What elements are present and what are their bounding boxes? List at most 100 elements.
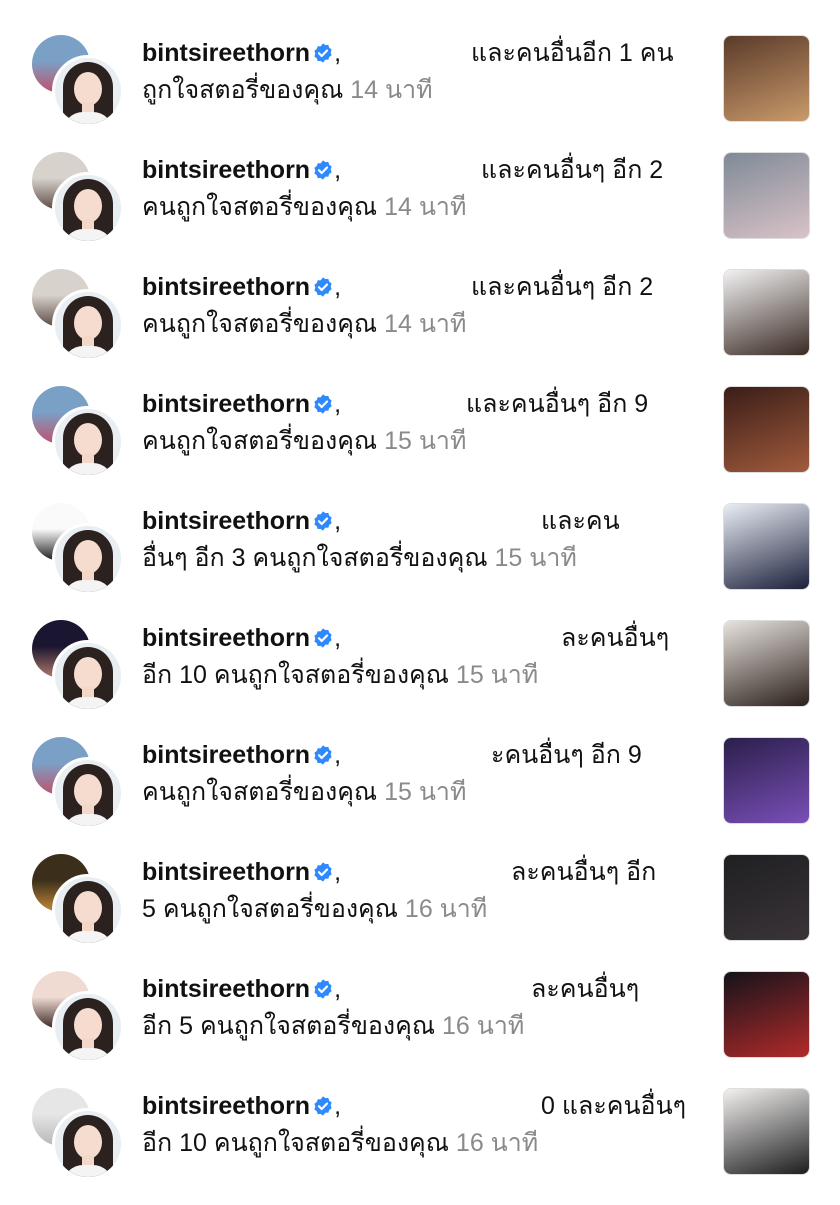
timestamp: 15 นาที: [494, 544, 577, 572]
notification-text: bintsireethorn, ะคนอื่นๆ อีก 9 คนถูกใจสตอร…: [142, 737, 702, 811]
avatar-primary: [52, 523, 124, 595]
verified-badge-icon: [314, 745, 332, 765]
username[interactable]: bintsireethorn: [142, 858, 310, 886]
avatar-stack[interactable]: [32, 503, 124, 595]
avatar-stack[interactable]: [32, 386, 124, 478]
timestamp: 14 นาที: [384, 193, 467, 221]
notification-text: bintsireethorn, ละคนอื่นๆ อีก 5 คนถูกใจสตอ…: [142, 854, 702, 928]
others-count-text: ละคนอื่นๆ: [531, 975, 640, 1003]
verified-badge-icon: [314, 43, 332, 63]
avatar-stack[interactable]: [32, 152, 124, 244]
avatar-primary: [52, 289, 124, 361]
notification-text: bintsireethorn, และคนอื่นๆ อีก 2 คนถูกใจสต…: [142, 152, 702, 226]
username[interactable]: bintsireethorn: [142, 273, 310, 301]
others-count-text: ละคนอื่นๆ: [561, 624, 670, 652]
avatar-primary: [52, 172, 124, 244]
notification-text: bintsireethorn, ละคนอื่นๆอีก 5 คนถูกใจสตอ…: [142, 971, 702, 1045]
username[interactable]: bintsireethorn: [142, 741, 310, 769]
avatar-primary: [52, 874, 124, 946]
username[interactable]: bintsireethorn: [142, 975, 310, 1003]
verified-badge-icon: [314, 979, 332, 999]
separator: ,: [334, 975, 342, 1003]
separator: ,: [334, 624, 342, 652]
action-text: คนถูกใจสตอรี่ของคุณ: [142, 310, 378, 338]
avatar-primary: [52, 991, 124, 1063]
notification-row[interactable]: bintsireethorn, ละคนอื่นๆ อีก 5 คนถูกใจสตอ…: [0, 854, 840, 971]
action-text: อีก 10 คนถูกใจสตอรี่ของคุณ: [142, 1129, 449, 1157]
verified-badge-icon: [314, 394, 332, 414]
notification-row[interactable]: bintsireethorn, และคนอื่นๆ อีก 2 คนถูกใจสต…: [0, 269, 840, 386]
action-text: อีก 5 คนถูกใจสตอรี่ของคุณ: [142, 1012, 436, 1040]
story-thumbnail[interactable]: [723, 503, 810, 590]
notification-row[interactable]: bintsireethorn, และคนอื่นๆ อีก 9 คนถูกใจสต…: [0, 386, 840, 503]
notification-row[interactable]: bintsireethorn, และคนอื่นๆ อีก 3 คนถูกใจส…: [0, 503, 840, 620]
timestamp: 14 นาที: [384, 310, 467, 338]
action-text: อื่นๆ อีก 3 คนถูกใจสตอรี่ของคุณ: [142, 544, 488, 572]
timestamp: 15 นาที: [384, 778, 467, 806]
verified-badge-icon: [314, 628, 332, 648]
others-count-text: และคน: [541, 507, 620, 535]
separator: ,: [334, 1092, 342, 1120]
notification-text: bintsireethorn, และคนอื่นอีก 1 คน ถูกใจสตอ…: [142, 35, 702, 109]
avatar-stack[interactable]: [32, 854, 124, 946]
timestamp: 15 นาที: [455, 661, 539, 689]
action-text: คนถูกใจสตอรี่ของคุณ: [142, 193, 378, 221]
story-thumbnail[interactable]: [723, 737, 810, 824]
username[interactable]: bintsireethorn: [142, 507, 310, 535]
action-text: คนถูกใจสตอรี่ของคุณ: [142, 427, 378, 455]
username[interactable]: bintsireethorn: [142, 624, 310, 652]
username[interactable]: bintsireethorn: [142, 156, 310, 184]
notification-row[interactable]: bintsireethorn, ละคนอื่นๆ อีก 10 คนถูกใจสต…: [0, 620, 840, 737]
notification-row[interactable]: bintsireethorn, 0 และคนอื่นๆอีก 10 คนถูกใ…: [0, 1088, 840, 1205]
story-thumbnail[interactable]: [723, 35, 810, 122]
verified-badge-icon: [314, 862, 332, 882]
avatar-primary: [52, 406, 124, 478]
story-thumbnail[interactable]: [723, 152, 810, 239]
separator: ,: [334, 156, 342, 184]
avatar-stack[interactable]: [32, 1088, 124, 1180]
story-thumbnail[interactable]: [723, 620, 810, 707]
notification-text: bintsireethorn, ละคนอื่นๆ อีก 10 คนถูกใจสต…: [142, 620, 702, 694]
avatar-stack[interactable]: [32, 35, 124, 127]
notification-row[interactable]: bintsireethorn, และคนอื่นอีก 1 คน ถูกใจสตอ…: [0, 35, 840, 152]
username[interactable]: bintsireethorn: [142, 39, 310, 67]
notification-row[interactable]: bintsireethorn, ะคนอื่นๆ อีก 9 คนถูกใจสตอร…: [0, 737, 840, 854]
others-count-text: และคนอื่นๆ อีก 2: [471, 273, 654, 301]
verified-badge-icon: [314, 160, 332, 180]
notification-text: bintsireethorn, 0 และคนอื่นๆอีก 10 คนถูกใ…: [142, 1088, 702, 1162]
separator: ,: [334, 390, 342, 418]
timestamp: 16 นาที: [455, 1129, 539, 1157]
username[interactable]: bintsireethorn: [142, 1092, 310, 1120]
avatar-primary: [52, 757, 124, 829]
separator: ,: [334, 273, 342, 301]
separator: ,: [334, 507, 342, 535]
others-count-text: และคนอื่นๆ อีก 9: [466, 390, 649, 418]
avatar-stack[interactable]: [32, 269, 124, 361]
story-thumbnail[interactable]: [723, 269, 810, 356]
story-thumbnail[interactable]: [723, 854, 810, 941]
timestamp: 16 นาที: [442, 1012, 525, 1040]
verified-badge-icon: [314, 277, 332, 297]
avatar-primary: [52, 1108, 124, 1180]
notification-text: bintsireethorn, และคนอื่นๆ อีก 3 คนถูกใจส…: [142, 503, 702, 577]
avatar-stack[interactable]: [32, 620, 124, 712]
story-thumbnail[interactable]: [723, 971, 810, 1058]
verified-badge-icon: [314, 1096, 332, 1116]
others-count-text: และคนอื่นอีก 1 คน: [471, 39, 674, 67]
notification-row[interactable]: bintsireethorn, ละคนอื่นๆอีก 5 คนถูกใจสตอ…: [0, 971, 840, 1088]
story-thumbnail[interactable]: [723, 386, 810, 473]
action-text: 5 คนถูกใจสตอรี่ของคุณ: [142, 895, 398, 923]
avatar-stack[interactable]: [32, 737, 124, 829]
others-count-text: ละคนอื่นๆ อีก: [511, 858, 657, 886]
others-count-text: 0 และคนอื่นๆ: [541, 1092, 687, 1120]
timestamp: 16 นาที: [404, 895, 488, 923]
avatar-primary: [52, 640, 124, 712]
timestamp: 15 นาที: [384, 427, 467, 455]
separator: ,: [334, 39, 342, 67]
notification-text: bintsireethorn, และคนอื่นๆ อีก 9 คนถูกใจสต…: [142, 386, 702, 460]
notification-row[interactable]: bintsireethorn, และคนอื่นๆ อีก 2 คนถูกใจสต…: [0, 152, 840, 269]
timestamp: 14 นาที: [350, 76, 433, 104]
username[interactable]: bintsireethorn: [142, 390, 310, 418]
avatar-stack[interactable]: [32, 971, 124, 1063]
story-thumbnail[interactable]: [723, 1088, 810, 1175]
